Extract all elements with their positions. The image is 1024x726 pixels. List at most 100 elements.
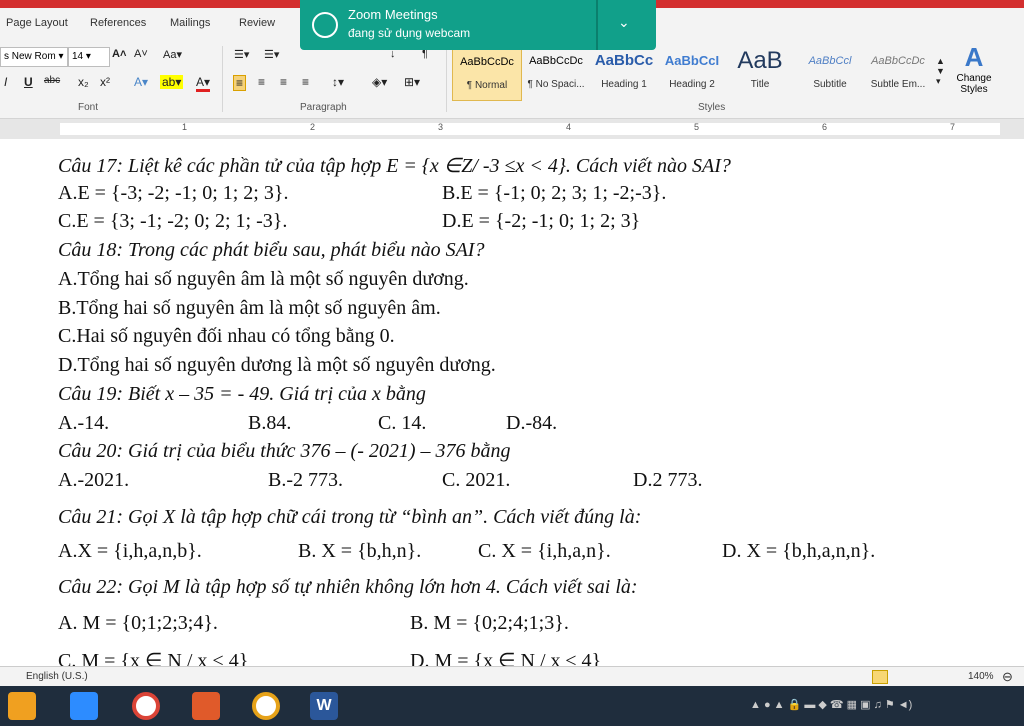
style-name: Heading 1 xyxy=(601,79,647,90)
option-18d: D.Tổng hai số nguyên dương là một số ngu… xyxy=(58,354,496,376)
zoom-subtitle: đang sử dụng webcam xyxy=(348,26,471,40)
change-styles-button[interactable]: A Change Styles xyxy=(952,42,996,95)
horizontal-ruler[interactable]: 1 2 3 4 5 6 7 xyxy=(0,119,1024,139)
italic-icon[interactable]: I xyxy=(4,75,7,89)
media-app-icon[interactable] xyxy=(8,692,36,720)
chevron-down-icon[interactable]: ⌄ xyxy=(618,14,630,31)
style-normal[interactable]: AaBbCcDc ¶ Normal xyxy=(452,49,522,101)
font-color-icon[interactable]: A▾ xyxy=(196,75,211,92)
grow-font-icon[interactable]: A˄ xyxy=(112,48,126,60)
zoom-notification[interactable]: Zoom Meetings đang sử dụng webcam ⌄ xyxy=(300,0,656,50)
divider xyxy=(222,46,223,112)
font-group-label: Font xyxy=(78,102,99,113)
zoom-level[interactable]: 140% xyxy=(968,671,994,682)
option-17a: A.E = {-3; -2; -1; 0; 1; 2; 3}. xyxy=(58,182,289,204)
superscript-icon[interactable]: x² xyxy=(100,75,110,89)
option-20d: D.2 773. xyxy=(633,469,703,491)
powerpoint-icon[interactable] xyxy=(192,692,220,720)
tab-review[interactable]: Review xyxy=(239,17,275,29)
line-spacing-icon[interactable]: ↕▾ xyxy=(332,75,344,89)
question-22: Câu 22: Gọi M là tập hợp số tự nhiên khô… xyxy=(58,576,638,598)
bullets-icon[interactable]: ☰▾ xyxy=(234,48,249,61)
divider xyxy=(596,0,598,50)
option-18b: B.Tổng hai số nguyên âm là một số nguyên… xyxy=(58,297,441,319)
zoom-app-icon[interactable] xyxy=(70,692,98,720)
align-right-icon[interactable]: ≡ xyxy=(280,75,287,89)
underline-icon[interactable]: U xyxy=(24,75,33,89)
option-21b: B. X = {b,h,n}. xyxy=(298,540,422,562)
style-subtle-emphasis[interactable]: AaBbCcDc Subtle Em... xyxy=(864,49,932,99)
style-heading-1[interactable]: AaBbCc Heading 1 xyxy=(590,49,658,99)
print-layout-icon[interactable] xyxy=(872,670,888,684)
option-18c: C.Hai số nguyên đối nhau có tổng bằng 0. xyxy=(58,325,395,347)
ruler-number: 3 xyxy=(438,122,444,132)
style-name: Title xyxy=(750,79,770,90)
divider xyxy=(446,46,447,112)
style-preview: AaBbCcDc xyxy=(529,55,583,67)
style-preview: AaBbCc xyxy=(594,52,654,69)
font-size-value: 14 xyxy=(72,51,84,62)
chrome-icon[interactable] xyxy=(132,692,160,720)
highlight-icon[interactable]: ab▾ xyxy=(160,75,184,89)
style-no-spacing[interactable]: AaBbCcDc ¶ No Spaci... xyxy=(522,49,590,99)
font-size-dropdown[interactable]: 14 ▾ xyxy=(68,47,110,67)
option-21d: D. X = {b,h,a,n,n}. xyxy=(722,540,876,562)
paragraph-group-label: Paragraph xyxy=(300,102,347,113)
option-22a: A. M = {0;1;2;3;4}. xyxy=(58,612,218,634)
font-name-dropdown[interactable]: s New Rom ▾ xyxy=(0,47,68,67)
ribbon: s New Rom ▾ 14 ▾ A˄ A˅ Aa▾ ☰▾ ☰▾ ↓ ¶ I U… xyxy=(0,38,1024,119)
word-icon[interactable]: W xyxy=(310,692,338,720)
tray-icons[interactable]: ▲ ● ▲ 🔒 ▬ ◆ ☎ ▦ ▣ ♫ ⚑ ◄) xyxy=(750,698,912,711)
justify-icon[interactable]: ≡ xyxy=(302,75,309,89)
ruler-number: 2 xyxy=(310,122,316,132)
style-name: Heading 2 xyxy=(669,79,715,90)
text-effects-icon[interactable]: A▾ xyxy=(134,75,148,89)
ruler-number: 4 xyxy=(566,122,572,132)
change-styles-label-2: Styles xyxy=(960,84,988,95)
ruler-number: 6 xyxy=(822,122,828,132)
style-heading-2[interactable]: AaBbCcI Heading 2 xyxy=(658,49,726,99)
question-18: Câu 18: Trong các phát biểu sau, phát bi… xyxy=(58,239,485,261)
option-19a: A.-14. xyxy=(58,412,110,434)
change-styles-icon: A xyxy=(964,42,984,72)
option-21c: C. X = {i,h,a,n}. xyxy=(478,540,611,562)
option-19c: C. 14. xyxy=(378,412,427,434)
align-left-icon[interactable]: ≡ xyxy=(233,75,247,91)
style-title[interactable]: AaB Title xyxy=(726,49,794,99)
shading-icon[interactable]: ◈▾ xyxy=(372,75,387,89)
document-page[interactable]: Câu 17: Liệt kê các phần tử của tập hợp … xyxy=(0,140,1024,666)
chrome-profile-icon[interactable] xyxy=(252,692,280,720)
tab-page-layout[interactable]: Page Layout xyxy=(6,17,68,29)
question-19: Câu 19: Biết x – 35 = - 49. Giá trị của … xyxy=(58,383,426,405)
style-name: Subtitle xyxy=(813,79,847,90)
tab-mailings[interactable]: Mailings xyxy=(170,17,210,29)
status-bar: English (U.S.) 140% ⊖ xyxy=(0,666,1024,687)
style-preview: AaBbCcDc xyxy=(871,55,925,67)
style-preview: AaBbCcI xyxy=(664,53,720,68)
option-22b: B. M = {0;2;4;1;3}. xyxy=(410,612,569,634)
numbering-icon[interactable]: ☰▾ xyxy=(264,48,279,61)
ruler-number: 5 xyxy=(694,122,700,132)
style-preview: AaBbCcDc xyxy=(460,56,514,68)
webcam-icon xyxy=(312,12,338,38)
change-case-icon[interactable]: Aa▾ xyxy=(163,48,182,61)
option-22d: D. M = {x ∈ N / x ≤ 4} xyxy=(410,650,602,666)
option-20c: C. 2021. xyxy=(442,469,511,491)
option-17c: C.E = {3; -1; -2; 0; 2; 1; -3}. xyxy=(58,210,288,232)
shrink-font-icon[interactable]: A˅ xyxy=(134,48,148,60)
tab-references[interactable]: References xyxy=(90,17,146,29)
option-17d: D.E = {-2; -1; 0; 1; 2; 3} xyxy=(442,210,641,232)
style-name: Subtle Em... xyxy=(870,79,926,90)
style-subtitle[interactable]: AaBbCcl Subtitle xyxy=(796,49,864,99)
language-status[interactable]: English (U.S.) xyxy=(26,671,88,682)
align-center-icon[interactable]: ≡ xyxy=(258,75,265,89)
change-styles-label-1: Change xyxy=(956,73,992,84)
strikethrough-icon[interactable]: abc xyxy=(44,75,60,86)
subscript-icon[interactable]: x₂ xyxy=(78,75,89,89)
styles-scroll-icon[interactable]: ▲ ▼ ▾ xyxy=(936,56,945,87)
question-20: Câu 20: Giá trị của biểu thức 376 – (- 2… xyxy=(58,440,511,462)
option-19b: B.84. xyxy=(248,412,292,434)
option-22c: C. M = {x ∈ N / x < 4} xyxy=(58,650,249,666)
zoom-out-icon[interactable]: ⊖ xyxy=(1002,669,1013,685)
borders-icon[interactable]: ⊞▾ xyxy=(404,75,420,89)
